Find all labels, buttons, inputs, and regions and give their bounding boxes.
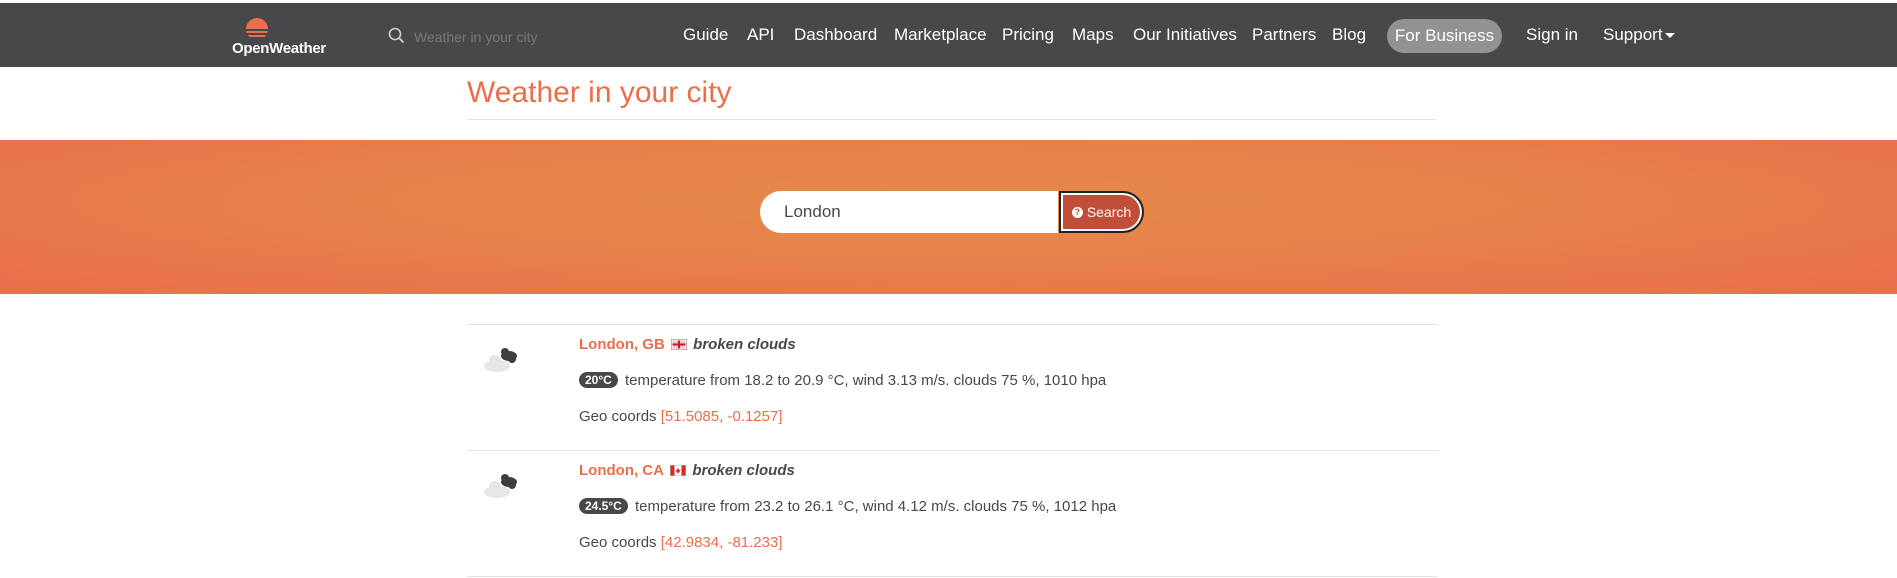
nav-blog[interactable]: Blog [1332,25,1366,45]
geo-coords-link[interactable]: [42.9834, -81.233] [661,534,783,551]
sun-logo-icon [242,18,272,41]
weather-description: broken clouds [693,336,796,353]
list-item: London, CA broken clouds 24.5°C temperat… [467,450,1438,576]
nav-support-label: Support [1603,25,1663,44]
nav-api[interactable]: API [747,25,774,45]
geo-coords-link[interactable]: [51.5085, -0.1257] [661,408,783,425]
nav-search-input[interactable] [412,25,566,49]
broken-clouds-icon [484,348,517,372]
nav-dashboard[interactable]: Dashboard [794,25,877,45]
temperature-line: 24.5°C temperature from 23.2 to 26.1 °C,… [579,498,1116,515]
search-icon [388,27,405,44]
nav-support-dropdown[interactable]: Support [1603,25,1675,45]
weather-details: temperature from 18.2 to 20.9 °C, wind 3… [624,372,1107,389]
nav-search [388,25,568,49]
list-item: London, GB broken clouds 20°C temperatur… [467,324,1438,450]
nav-maps[interactable]: Maps [1072,25,1114,45]
city-link[interactable]: London, CA [579,462,664,479]
question-circle-icon: ? [1071,206,1083,218]
openweather-logo[interactable]: OpenWeather [232,15,328,59]
result-heading: London, GB broken clouds [579,336,796,353]
nav-partners[interactable]: Partners [1252,25,1316,45]
nav-marketplace[interactable]: Marketplace [894,25,987,45]
broken-clouds-icon [484,474,517,498]
weather-description: broken clouds [692,462,795,479]
title-divider [467,119,1436,120]
navbar: OpenWeather Guide API Dashboard Marketpl… [0,3,1897,67]
page-title: Weather in your city [467,76,732,109]
nav-guide[interactable]: Guide [683,25,728,45]
search-button[interactable]: ? Search [1059,191,1144,233]
geo-label: Geo coords [579,534,657,551]
nav-pricing[interactable]: Pricing [1002,25,1054,45]
temperature-badge: 24.5°C [579,498,628,514]
temperature-line: 20°C temperature from 18.2 to 20.9 °C, w… [579,372,1106,389]
caret-down-icon [1664,33,1675,39]
gb-flag-icon [670,339,687,350]
row-divider [467,576,1438,577]
ca-flag-icon [670,465,687,476]
geo-label: Geo coords [579,408,657,425]
brand-name: OpenWeather [232,40,326,57]
city-search-input[interactable] [760,191,1058,233]
row-divider [467,450,1438,451]
city-link[interactable]: London, GB [579,336,665,353]
search-button-label: Search [1086,204,1132,220]
nav-sign-in[interactable]: Sign in [1526,25,1578,45]
geo-line: Geo coords [42.9834, -81.233] [579,534,782,551]
nav-for-business-button[interactable]: For Business [1387,19,1502,53]
nav-our-initiatives[interactable]: Our Initiatives [1133,25,1237,45]
geo-line: Geo coords [51.5085, -0.1257] [579,408,782,425]
weather-details: temperature from 23.2 to 26.1 °C, wind 4… [635,498,1117,515]
row-divider [467,324,1438,325]
temperature-badge: 20°C [579,372,618,388]
result-heading: London, CA broken clouds [579,462,795,479]
